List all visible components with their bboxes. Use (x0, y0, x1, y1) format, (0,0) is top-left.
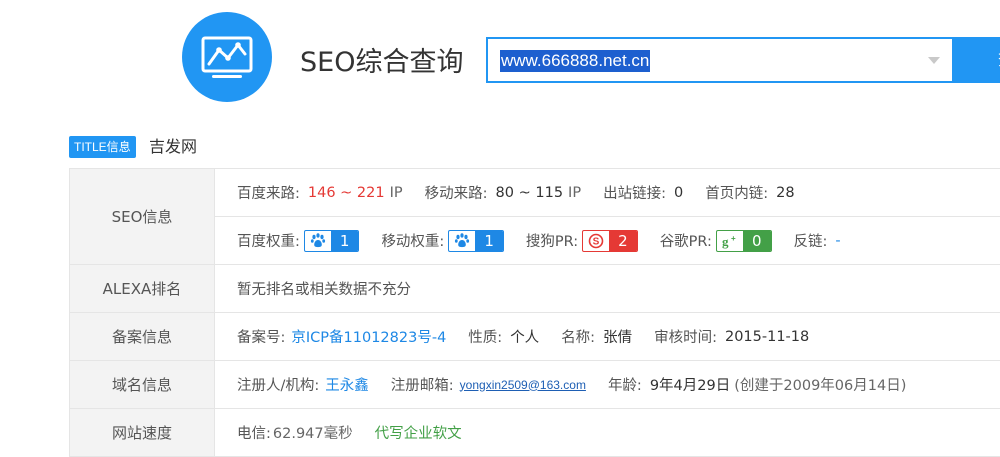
site-logo (182, 12, 272, 102)
svg-text:g: g (722, 234, 729, 249)
speed-row: 网站速度 电信: 62.947毫秒 代写企业软文 (70, 409, 1000, 457)
baidu-weight-value: 1 (330, 230, 359, 251)
telecom-value: 62.947毫秒 (272, 426, 353, 442)
seo-weight-line: 百度权重: 1 移动权重: 1 搜狗PR: S 2 谷歌PR: g + 0 反链… (215, 216, 1000, 264)
age-label: 年龄: (607, 378, 642, 394)
icp-audit-value: 2015-11-18 (724, 328, 810, 345)
seo-row: SEO信息 百度来路: 146 ~ 221 IP 移动来路: 80 ~ 115 … (70, 169, 1000, 265)
speed-label: 网站速度 (70, 409, 215, 456)
sogou-pr-label: 搜狗PR: (525, 234, 579, 250)
registrant-label: 注册人/机构: (237, 378, 320, 394)
sogou-pr-badge[interactable]: S 2 (582, 229, 638, 252)
domain-row: 域名信息 注册人/机构: 王永鑫 注册邮箱: yongxin2509@163.c… (70, 361, 1000, 409)
age-value: 9年4月29日 (649, 378, 731, 394)
home-internal-links-label: 首页内链: (705, 186, 769, 202)
home-internal-links-value: 28 (776, 184, 795, 201)
svg-text:+: + (731, 234, 736, 243)
google-pr-badge[interactable]: g + 0 (715, 229, 772, 252)
outbound-links-label: 出站链接: (603, 186, 666, 202)
icp-audit-label: 审核时间: (654, 330, 717, 346)
icp-nature-value: 个人 (510, 330, 540, 346)
icp-name-label: 名称: (561, 330, 596, 346)
icp-row: 备案信息 备案号: 京ICP备11012823号-4 性质: 个人 名称: 张倩… (70, 313, 1000, 361)
google-pr-label: 谷歌PR: (659, 234, 712, 250)
seo-traffic-line: 百度来路: 146 ~ 221 IP 移动来路: 80 ~ 115 IP 出站链… (215, 169, 1000, 216)
alexa-label: ALEXA排名 (70, 265, 215, 312)
baidu-paw-icon (449, 231, 475, 251)
icp-nature-label: 性质: (468, 330, 503, 346)
icp-number-label: 备案号: (237, 330, 286, 346)
email-link[interactable]: yongxin2509@163.com (460, 378, 586, 392)
baidu-paw-icon (305, 231, 331, 251)
ad-link[interactable]: 代写企业软文 (375, 422, 462, 443)
backlinks-label: 反链: (793, 234, 828, 250)
alexa-value: 暂无排名或相关数据不充分 (237, 282, 411, 298)
mobile-weight-label: 移动权重: (381, 234, 445, 250)
registrant-link[interactable]: 王永鑫 (325, 374, 369, 395)
title-info-value: 吉发网 (149, 137, 198, 156)
search-button[interactable]: 查询 (954, 37, 1000, 83)
search-input-value[interactable]: www.666888.net.cn (500, 50, 651, 72)
domain-label: 域名信息 (70, 361, 215, 408)
mobile-weight-badge[interactable]: 1 (448, 229, 504, 252)
outbound-links-value: 0 (673, 184, 684, 201)
seo-info-table: SEO信息 百度来路: 146 ~ 221 IP 移动来路: 80 ~ 115 … (69, 168, 1000, 457)
telecom-label: 电信: (237, 426, 271, 442)
baidu-weight-badge[interactable]: 1 (303, 229, 360, 252)
icp-name-value: 张倩 (603, 330, 633, 346)
google-plus-icon: g + (717, 231, 743, 251)
backlinks-value[interactable]: - (835, 233, 840, 249)
chevron-down-icon[interactable] (928, 57, 940, 65)
google-pr-value: 0 (742, 230, 771, 251)
baidu-traffic-value[interactable]: 146 ~ 221 (308, 185, 385, 201)
mobile-traffic-value: 80 ~ 115 (495, 184, 564, 201)
svg-text:S: S (593, 236, 600, 247)
mobile-traffic-unit: IP (568, 184, 582, 201)
baidu-traffic-unit: IP (389, 184, 403, 201)
mobile-traffic-label: 移动来路: (424, 186, 488, 202)
sogou-icon: S (583, 231, 609, 251)
alexa-row: ALEXA排名 暂无排名或相关数据不充分 (70, 265, 1000, 313)
email-label: 注册邮箱: (390, 378, 454, 394)
icp-number-link[interactable]: 京ICP备11012823号-4 (291, 326, 446, 347)
baidu-weight-label: 百度权重: (237, 234, 300, 250)
baidu-traffic-label: 百度来路: (237, 186, 300, 202)
created-date-note: (创建于2009年06月14日) (734, 378, 907, 394)
chart-monitor-icon (201, 36, 253, 78)
seo-label: SEO信息 (70, 169, 215, 264)
mobile-weight-value: 1 (475, 230, 503, 251)
search-input[interactable]: www.666888.net.cn (486, 37, 954, 83)
title-info-badge: TITLE信息 (69, 136, 136, 158)
icp-label: 备案信息 (70, 313, 215, 360)
page-title: SEO综合查询 (300, 47, 464, 78)
sogou-pr-value: 2 (609, 230, 637, 251)
